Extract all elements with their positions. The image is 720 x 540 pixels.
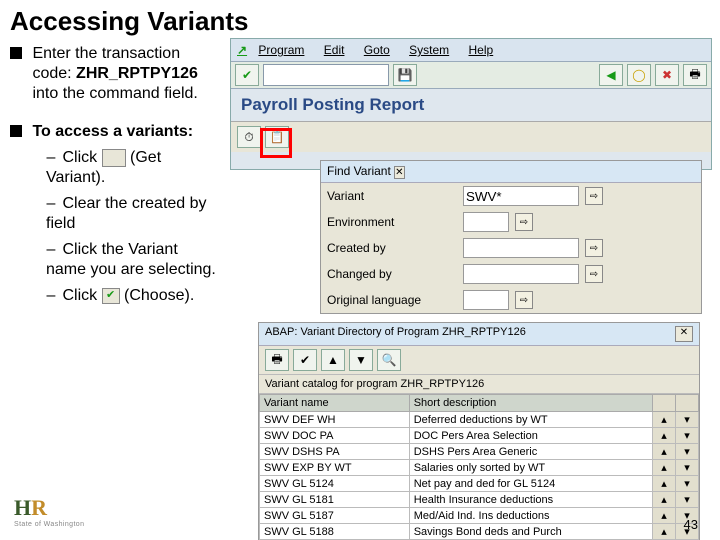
execute-icon[interactable]: ⏱: [237, 126, 261, 148]
sub3-text: Click the Variant name you are selecting…: [46, 241, 216, 278]
cancel-icon[interactable]: ✖: [655, 64, 679, 86]
bullet1-part-b: into the command field.: [32, 85, 197, 102]
find-variant-popup: Find Variant ✕ Variant ⇨ Environment ⇨ C…: [320, 160, 702, 314]
col-short-desc[interactable]: Short description: [409, 395, 652, 412]
selection-options-icon[interactable]: ⇨: [515, 213, 533, 231]
variant-directory-popup: ABAP: Variant Directory of Program ZHR_R…: [258, 322, 700, 540]
choose-icon[interactable]: ✔: [293, 349, 317, 371]
bullet-square-icon: [10, 125, 22, 137]
sub4-b: (Choose).: [124, 287, 194, 304]
sap-main-window: ↗ Program Edit Goto System Help ✔ 💾 ◀ ◯ …: [230, 38, 712, 170]
bullet2-text: To access a variants:: [32, 122, 216, 142]
print-icon[interactable]: 🖶: [683, 64, 707, 86]
sort-asc-icon[interactable]: ▲: [321, 349, 345, 371]
dash-icon: –: [46, 286, 56, 306]
dash-icon: –: [46, 148, 56, 168]
sort-desc-icon[interactable]: ▼: [349, 349, 373, 371]
bullet-square-icon: [10, 47, 22, 59]
menu-goto[interactable]: Goto: [364, 43, 390, 57]
field-label-changed-by: Changed by: [327, 267, 457, 281]
menu-system[interactable]: System: [409, 43, 449, 57]
hr-logo: HRState of Washington: [14, 495, 84, 528]
variant-input[interactable]: [463, 186, 579, 206]
selection-options-icon[interactable]: ⇨: [585, 187, 603, 205]
sub1-a: Click: [62, 149, 101, 166]
menu-program[interactable]: Program: [258, 43, 304, 57]
vardir-title: ABAP: Variant Directory of Program ZHR_R…: [265, 326, 526, 342]
enter-icon[interactable]: ✔: [235, 64, 259, 86]
created-by-input[interactable]: [463, 238, 579, 258]
changed-by-input[interactable]: [463, 264, 579, 284]
sap-app-toolbar: ⏱ 📋: [231, 121, 711, 152]
close-icon[interactable]: ✕: [394, 166, 404, 179]
report-title: Payroll Posting Report: [231, 89, 711, 121]
table-row[interactable]: SWV GL 5124Net pay and ded for GL 5124▴▾: [260, 476, 699, 492]
table-row[interactable]: SWV DSHS PADSHS Pers Area Generic▴▾: [260, 444, 699, 460]
exit-icon[interactable]: ◯: [627, 64, 651, 86]
field-label-environment: Environment: [327, 215, 457, 229]
table-row[interactable]: SWV GL 5181Health Insurance deductions▴▾: [260, 492, 699, 508]
bullet1-code: ZHR_RPTPY126: [76, 65, 198, 82]
popup-header: Find Variant ✕: [321, 161, 701, 183]
dash-icon: –: [46, 194, 56, 214]
field-label-variant: Variant: [327, 189, 457, 203]
menu-help[interactable]: Help: [469, 43, 494, 57]
table-row[interactable]: SWV GL 5188Savings Bond deds and Purch▴▾: [260, 524, 699, 540]
field-label-orig-lang: Original language: [327, 293, 457, 307]
sap-menubar: ↗ Program Edit Goto System Help: [231, 39, 711, 62]
choose-check-icon: ✔: [102, 288, 120, 304]
table-row[interactable]: SWV DOC PADOC Pers Area Selection▴▾: [260, 428, 699, 444]
print-icon[interactable]: 🖶: [265, 349, 289, 371]
menu-arrow-icon: ↗: [237, 43, 247, 57]
command-field[interactable]: [263, 64, 389, 86]
sap-standard-toolbar: ✔ 💾 ◀ ◯ ✖ 🖶: [231, 62, 711, 89]
table-row[interactable]: SWV GL 5187Med/Aid Ind. Ins deductions▴▾: [260, 508, 699, 524]
find-icon[interactable]: 🔍: [377, 349, 401, 371]
sub4-a: Click: [62, 287, 101, 304]
vardir-subtitle: Variant catalog for program ZHR_RPTPY126: [259, 375, 699, 394]
back-icon[interactable]: ◀: [599, 64, 623, 86]
table-row[interactable]: SWV EXP BY WTSalaries only sorted by WT▴…: [260, 460, 699, 476]
selection-options-icon[interactable]: ⇨: [515, 291, 533, 309]
page-number: 43: [684, 517, 698, 532]
slide-title: Accessing Variants: [10, 6, 248, 37]
close-icon[interactable]: ✕: [675, 326, 693, 342]
save-icon[interactable]: 💾: [393, 64, 417, 86]
get-variant-button[interactable]: 📋: [265, 126, 289, 148]
variant-table: Variant name Short description SWV DEF W…: [259, 394, 699, 540]
sub2-text: Clear the created by field: [46, 195, 207, 232]
orig-lang-input[interactable]: [463, 290, 509, 310]
selection-options-icon[interactable]: ⇨: [585, 239, 603, 257]
environment-input[interactable]: [463, 212, 509, 232]
dash-icon: –: [46, 240, 56, 260]
menu-edit[interactable]: Edit: [324, 43, 345, 57]
field-label-created-by: Created by: [327, 241, 457, 255]
get-variant-icon: [102, 149, 126, 167]
instruction-text: Enter the transaction code: ZHR_RPTPY126…: [10, 44, 220, 306]
col-variant-name[interactable]: Variant name: [260, 395, 410, 412]
table-row[interactable]: SWV DEF WHDeferred deductions by WT▴▾: [260, 412, 699, 428]
selection-options-icon[interactable]: ⇨: [585, 265, 603, 283]
